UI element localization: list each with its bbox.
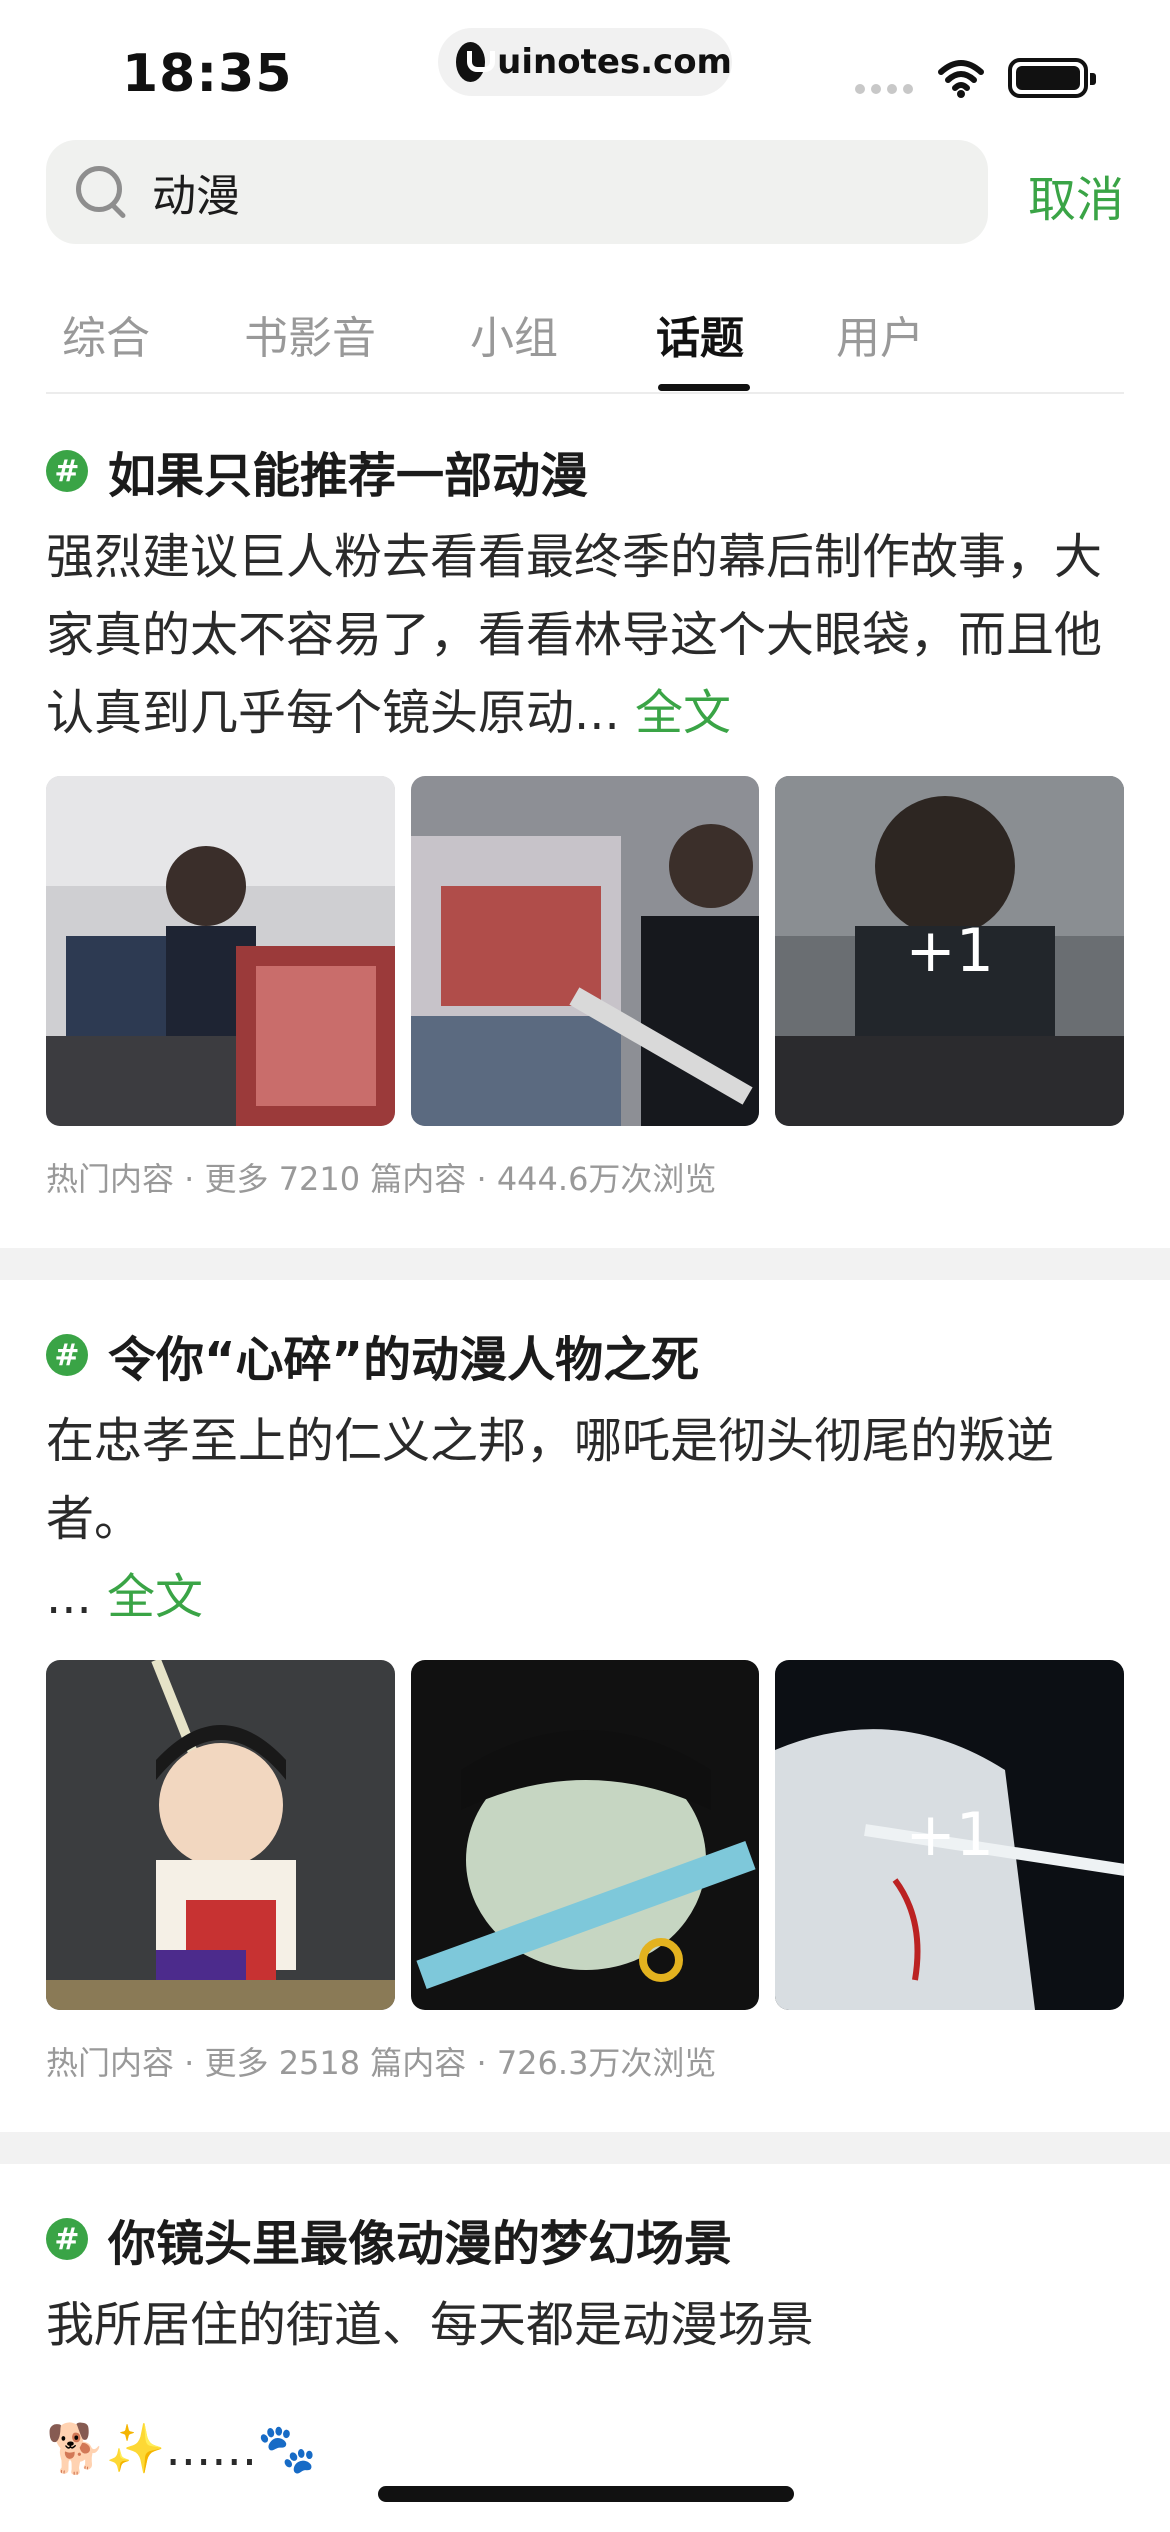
search-bar[interactable] (46, 140, 988, 244)
topic-stats: 热门内容 · 更多 2518 篇内容 · 726.3万次浏览 (46, 2044, 717, 2082)
topic-image[interactable]: +1 (775, 776, 1125, 1126)
topic-title[interactable]: 令你“心碎”的动漫人物之死 (108, 1320, 699, 1390)
search-input[interactable] (152, 166, 952, 218)
url-pill[interactable]: uinotes.com (438, 28, 732, 96)
topic-image[interactable]: +1 (775, 1660, 1125, 2010)
home-indicator[interactable] (378, 2486, 794, 2502)
topic-image[interactable] (410, 1660, 760, 2010)
topic-hash-icon: # (46, 1334, 88, 1376)
excerpt-ellipsis: ... (46, 1569, 92, 1625)
tab-groups[interactable]: 小组 (470, 302, 558, 366)
tab-all[interactable]: 综合 (62, 302, 150, 366)
read-full-link[interactable]: 全文 (620, 685, 731, 741)
tab-books-movies-music[interactable]: 书影音 (244, 302, 376, 366)
topic-title[interactable]: 如果只能推荐一部动漫 (108, 436, 588, 506)
topic-stats: 热门内容 · 更多 7210 篇内容 · 444.6万次浏览 (46, 1160, 717, 1198)
topic-hash-icon: # (46, 450, 88, 492)
cellular-signal-icon (855, 84, 913, 94)
topic-excerpt-text: 强烈建议巨人粉去看看最终季的幕后制作故事，大家真的太不容易了，看看林导这个大眼袋… (46, 529, 1103, 741)
topic-image[interactable] (46, 776, 395, 1126)
topic-excerpt: 强烈建议巨人粉去看看最终季的幕后制作故事，大家真的太不容易了，看看林导这个大眼袋… (46, 518, 1116, 752)
battery-icon (1008, 58, 1096, 98)
topic-excerpt-text: 在忠孝至上的仁义之邦，哪吒是彻头彻尾的叛逆者。 (46, 1413, 1055, 1547)
topic-hash-icon: # (46, 2218, 88, 2260)
topic-excerpt: 我所居住的街道、每天都是动漫场景 🐕✨......🐾 (46, 2286, 1116, 2488)
topic-image[interactable] (410, 776, 760, 1126)
site-logo-icon (456, 42, 496, 82)
url-text: uinotes.com (497, 42, 732, 82)
active-tab-indicator (658, 384, 750, 391)
search-icon (72, 162, 132, 222)
tab-topics[interactable]: 话题 (656, 302, 744, 366)
tab-users[interactable]: 用户 (836, 302, 924, 366)
topic-card[interactable]: # 如果只能推荐一部动漫 强烈建议巨人粉去看看最终季的幕后制作故事，大家真的太不… (46, 436, 1125, 1200)
topic-excerpt: 在忠孝至上的仁义之邦，哪吒是彻头彻尾的叛逆者。... 全文 (46, 1402, 1116, 1636)
topic-images: +1 (46, 1660, 1125, 2010)
topic-card[interactable]: # 令你“心碎”的动漫人物之死 在忠孝至上的仁义之邦，哪吒是彻头彻尾的叛逆者。.… (46, 1320, 1125, 2084)
cancel-button[interactable]: 取消 (1028, 160, 1124, 230)
wifi-icon (938, 60, 984, 98)
topic-image[interactable] (46, 1660, 395, 2010)
emoji-line: 🐕✨......🐾 (46, 2421, 317, 2477)
status-bar: 18:35 uinotes.com (0, 0, 1170, 130)
topic-card[interactable]: # 你镜头里最像动漫的梦幻场景 我所居住的街道、每天都是动漫场景 🐕✨......… (46, 2204, 1124, 2488)
topic-excerpt-text: 我所居住的街道、每天都是动漫场景 (46, 2297, 815, 2353)
more-images-badge: +1 (905, 1800, 994, 1870)
tab-bar: 综合 书影音 小组 话题 用户 (46, 290, 1124, 394)
section-divider (0, 1248, 1170, 1280)
section-divider (0, 2132, 1170, 2164)
read-full-link[interactable]: 全文 (92, 1569, 203, 1625)
topic-images: +1 (46, 776, 1125, 1126)
more-images-badge: +1 (905, 916, 994, 986)
status-time: 18:35 (122, 44, 293, 104)
topic-title[interactable]: 你镜头里最像动漫的梦幻场景 (108, 2204, 732, 2274)
